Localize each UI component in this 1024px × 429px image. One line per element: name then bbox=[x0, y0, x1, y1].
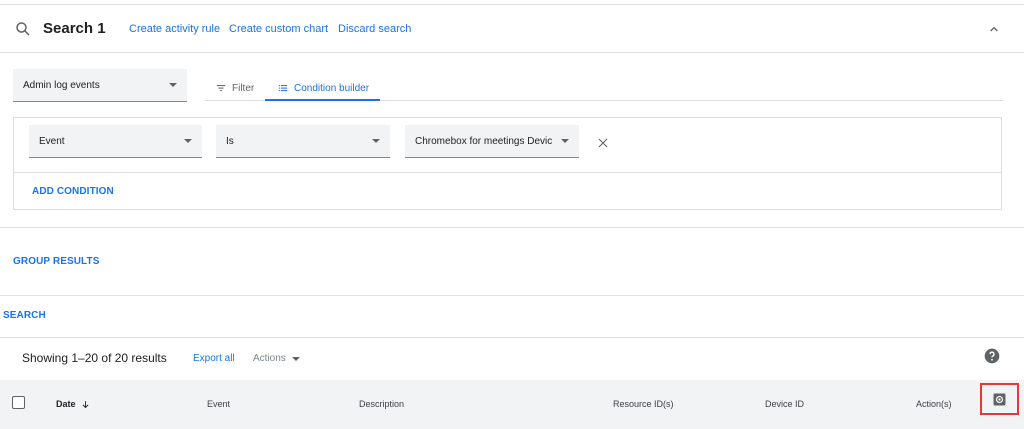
actions-dropdown[interactable]: Actions bbox=[253, 353, 300, 364]
active-tab-indicator bbox=[265, 99, 380, 101]
data-source-select[interactable]: Admin log events bbox=[13, 69, 187, 102]
condition-value-select[interactable]: Chromebox for meetings Devic... bbox=[405, 125, 579, 158]
tab-filter[interactable]: Filter bbox=[216, 75, 254, 101]
tab-filter-label: Filter bbox=[232, 82, 255, 94]
group-results-button[interactable]: GROUP RESULTS bbox=[13, 256, 100, 267]
search-button[interactable]: SEARCH bbox=[3, 310, 46, 321]
discard-search-link[interactable]: Discard search bbox=[338, 23, 411, 35]
create-activity-rule-link[interactable]: Create activity rule bbox=[129, 23, 220, 35]
arrow-down-icon bbox=[82, 400, 88, 408]
column-header-date-label: Date bbox=[56, 399, 76, 409]
column-header-actions: Action(s) bbox=[916, 399, 952, 409]
tab-condition-builder[interactable]: Condition builder bbox=[278, 75, 369, 101]
header-divider bbox=[0, 52, 1024, 53]
search-icon bbox=[16, 22, 30, 36]
column-header-event: Event bbox=[207, 399, 231, 409]
data-source-value: Admin log events bbox=[23, 79, 100, 91]
column-header-device-id: Device ID bbox=[765, 399, 805, 409]
chevron-up-icon[interactable] bbox=[986, 21, 1002, 37]
group-divider-bottom bbox=[0, 295, 1024, 296]
gear-icon[interactable] bbox=[993, 393, 1006, 406]
select-all-checkbox[interactable] bbox=[12, 396, 25, 409]
condition-attribute-value: Event bbox=[39, 135, 65, 147]
condition-operator-select[interactable]: Is bbox=[216, 125, 390, 158]
top-divider bbox=[0, 4, 1024, 5]
table-header bbox=[0, 380, 1024, 429]
remove-condition-icon[interactable] bbox=[597, 137, 609, 149]
column-header-resource-ids: Resource ID(s) bbox=[613, 399, 674, 409]
actions-dropdown-label: Actions bbox=[253, 353, 286, 364]
condition-divider bbox=[14, 172, 1001, 173]
list-icon bbox=[278, 85, 288, 92]
dropdown-arrow-icon bbox=[372, 139, 380, 143]
column-header-date[interactable]: Date bbox=[56, 399, 90, 409]
dropdown-arrow-icon bbox=[561, 139, 569, 143]
create-custom-chart-link[interactable]: Create custom chart bbox=[229, 23, 328, 35]
tab-condition-builder-label: Condition builder bbox=[294, 82, 370, 94]
filter-icon bbox=[216, 85, 226, 92]
search-divider bbox=[0, 337, 1024, 338]
results-count: Showing 1–20 of 20 results bbox=[22, 351, 167, 365]
chevron-down-icon bbox=[291, 356, 300, 361]
dropdown-arrow-icon bbox=[169, 83, 177, 87]
group-divider-top bbox=[0, 227, 1024, 228]
column-header-description: Description bbox=[359, 399, 405, 409]
dropdown-arrow-icon bbox=[184, 139, 192, 143]
page-title: Search 1 bbox=[43, 20, 106, 37]
help-icon[interactable] bbox=[984, 348, 1000, 364]
condition-operator-value: Is bbox=[226, 135, 234, 147]
condition-attribute-select[interactable]: Event bbox=[29, 125, 202, 158]
add-condition-button[interactable]: ADD CONDITION bbox=[32, 186, 114, 197]
condition-value-text: Chromebox for meetings Devic... bbox=[415, 135, 553, 147]
export-all-link[interactable]: Export all bbox=[193, 353, 235, 364]
